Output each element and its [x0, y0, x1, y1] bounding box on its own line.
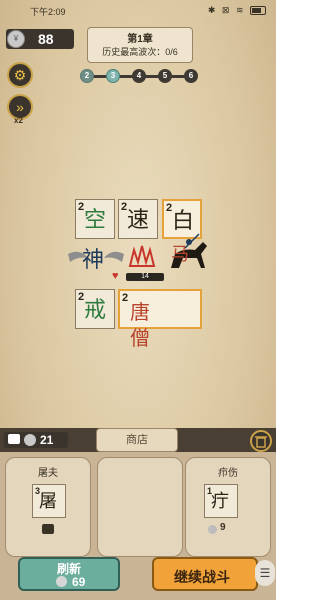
menu-button[interactable]: ☰ — [255, 560, 275, 586]
gear-icon: ⚙ — [13, 67, 27, 83]
trash-button[interactable] — [250, 430, 272, 452]
refresh-cost: 69 — [72, 575, 86, 589]
slot-card: 3 屠 — [32, 484, 66, 518]
coin-icon: ¥ — [7, 30, 25, 48]
shop-slot-empty[interactable] — [97, 457, 183, 557]
fast-forward-icon: » — [16, 99, 24, 115]
video-icon — [8, 434, 20, 444]
continue-label: 继续战斗 — [174, 569, 230, 585]
shop-slot[interactable]: 屠夫 3 屠 — [5, 457, 91, 557]
chapter-panel: 第1章 历史最高波次：0/6 — [87, 27, 193, 63]
unit-glyph: 马 — [171, 244, 189, 265]
status-bar: 下午2:09 ✱ ⊠ ≋ — [0, 0, 276, 20]
status-time: 下午2:09 — [30, 7, 66, 17]
chapter-progress: 历史最高波次：0/6 — [102, 47, 178, 57]
refresh-button[interactable]: 刷新 69 — [18, 557, 120, 591]
unit-card-wide[interactable]: 2 唐 僧 — [118, 289, 202, 350]
coin-icon — [56, 576, 67, 587]
unit-glyph: 疔 — [211, 491, 229, 512]
unit-card[interactable]: 2 戒 — [75, 289, 115, 329]
unit-card[interactable]: 2 空 — [75, 199, 115, 239]
slot-name: 疖伤 — [218, 468, 238, 479]
heart-icon: ♥ — [112, 270, 119, 282]
wave-node: 4 — [132, 69, 146, 83]
status-icons: ✱ ⊠ ≋ — [208, 5, 266, 16]
coin-icon — [208, 525, 217, 534]
unit-card[interactable]: 2 速 — [118, 199, 158, 239]
speed-label: x2 — [14, 116, 23, 125]
unit-glyph: 速 — [127, 208, 150, 233]
refresh-label: 刷新 — [56, 562, 81, 576]
chapter-title: 第1章 — [127, 34, 153, 45]
battery-icon — [250, 6, 266, 16]
coin-icon — [24, 434, 36, 446]
slot-name: 屠夫 — [38, 468, 58, 479]
slot-price: 9 — [220, 522, 226, 533]
settings-button[interactable]: ⚙ — [7, 62, 33, 88]
unit-glyph: 神 — [82, 248, 105, 273]
wave-node: 6 — [184, 69, 198, 83]
continue-battle-button[interactable]: 继续战斗 — [152, 557, 258, 591]
wave-node: 5 — [158, 69, 172, 83]
wave-node-current: 3 — [106, 69, 120, 83]
slot-card: 1 疔 — [204, 484, 238, 518]
flame-icon — [128, 245, 156, 267]
menu-icon: ☰ — [259, 566, 271, 580]
hp-bar: 14 — [126, 273, 164, 281]
video-cost: 21 — [40, 433, 54, 447]
unit-glyph: 戒 — [84, 298, 107, 323]
unit-level: 2 — [122, 292, 129, 304]
coin-value: 88 — [38, 31, 54, 47]
unit-glyph: 屠 — [39, 491, 57, 512]
tab-shop[interactable]: 商店 — [96, 428, 178, 452]
wave-node: 2 — [80, 69, 94, 83]
fire-effect — [122, 242, 162, 272]
unit-glyph: 唐 僧 — [130, 300, 164, 350]
unit-glyph: 空 — [84, 208, 107, 233]
video-icon — [42, 524, 54, 534]
shop-slot[interactable]: 疖伤 1 疔 9 — [185, 457, 271, 557]
trash-icon — [255, 436, 267, 448]
horse-rider-unit[interactable]: 马 — [165, 232, 211, 276]
